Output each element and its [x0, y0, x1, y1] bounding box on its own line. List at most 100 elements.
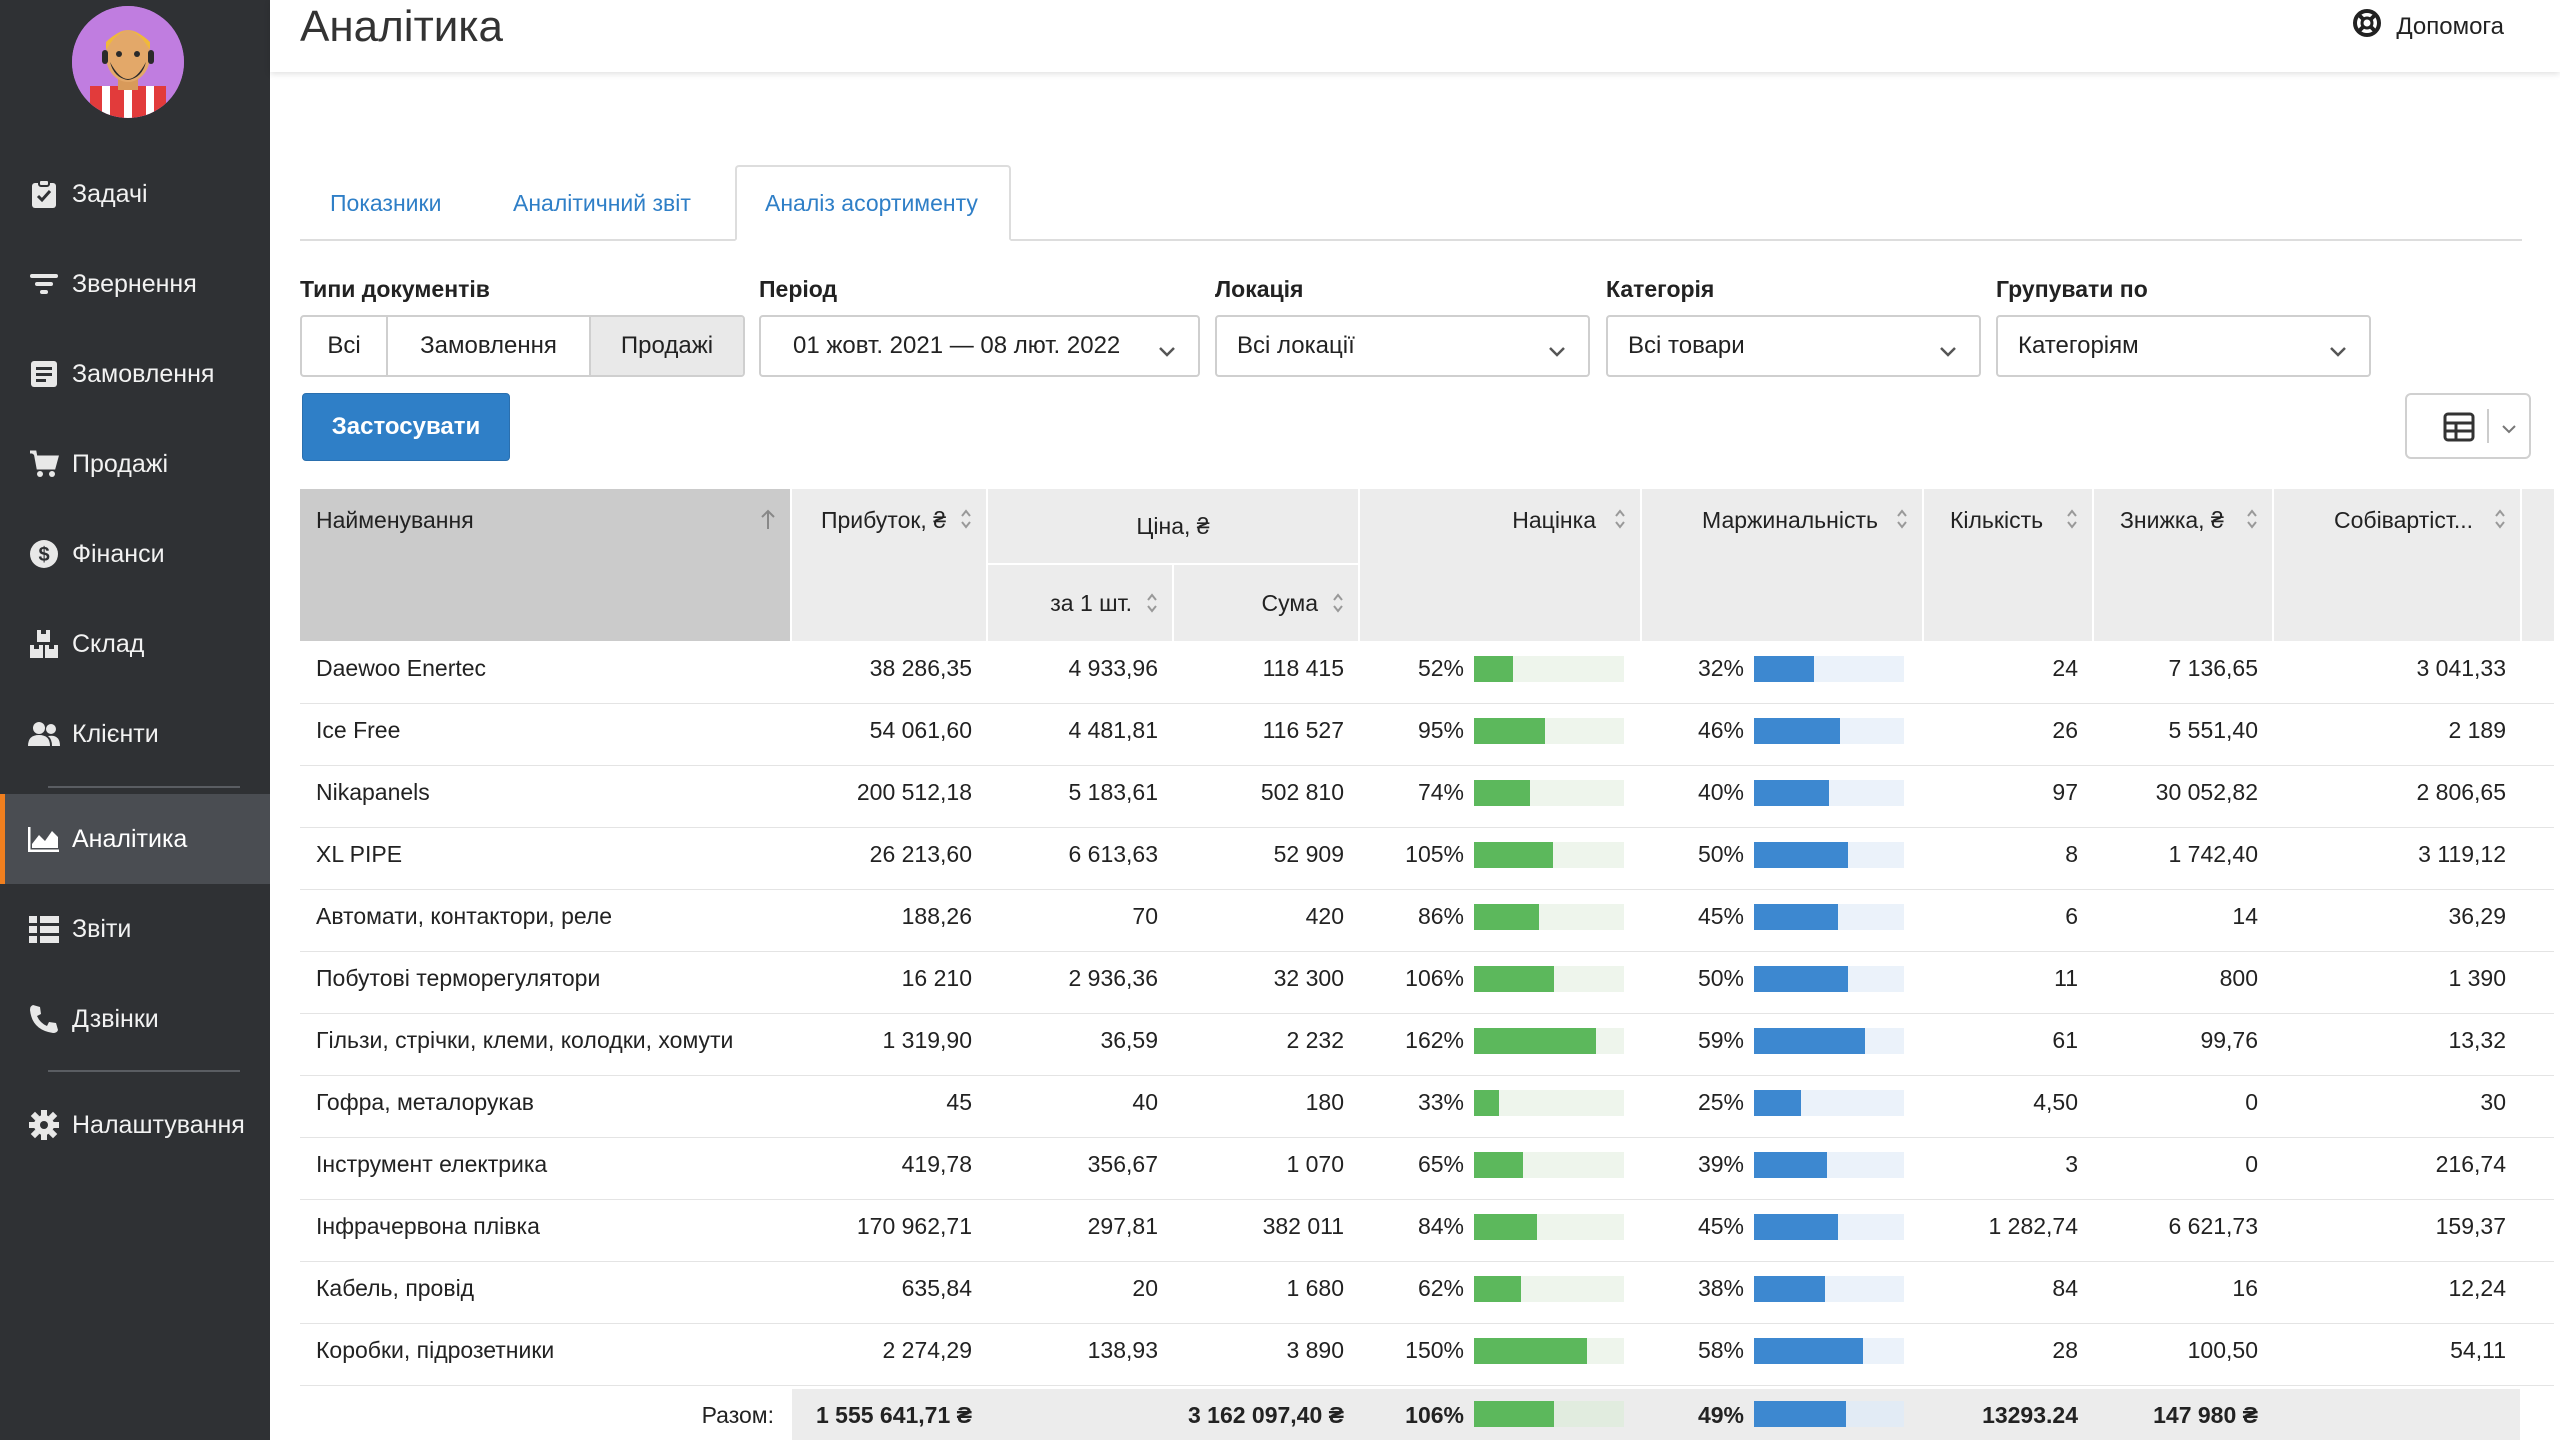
col-header-label: Найменування — [316, 507, 474, 533]
markup-bar — [1474, 904, 1624, 930]
group-by-value: Категоріям — [2018, 332, 2139, 359]
table-view-toggle[interactable] — [2405, 393, 2531, 459]
page-title: Аналітика — [300, 2, 503, 51]
col-header-label: Прибуток, ₴ — [820, 507, 946, 533]
doc-types-segmented: Всі Замовлення Продажі — [300, 315, 745, 377]
margin-bar — [1754, 1338, 1904, 1364]
nav-divider — [48, 1070, 240, 1072]
svg-text:$: $ — [38, 544, 49, 566]
cell-cost: 12,24 — [2448, 1275, 2506, 1301]
apply-button[interactable]: Застосувати — [302, 393, 510, 461]
margin-bar-fill — [1754, 1090, 1801, 1116]
row-divider — [300, 1323, 2554, 1324]
col-header-label: Націнка — [1512, 507, 1596, 533]
nav-item-tasks[interactable]: Задачі — [0, 149, 270, 239]
doc-type-orders[interactable]: Замовлення — [388, 317, 591, 375]
help-link[interactable]: Допомога — [2352, 8, 2504, 45]
sort-icon — [1146, 591, 1158, 621]
category-label: Категорія — [1606, 276, 1715, 302]
margin-bar-fill — [1754, 780, 1829, 806]
totals-discount: 147 980 ₴ — [2153, 1402, 2258, 1428]
markup-bar — [1474, 842, 1624, 868]
markup-bar — [1474, 1276, 1624, 1302]
chevron-down-icon — [1158, 337, 1176, 365]
period-label: Період — [759, 276, 838, 302]
markup-bar — [1474, 718, 1624, 744]
col-header-profit[interactable]: Прибуток, ₴ — [792, 489, 986, 641]
markup-bar — [1474, 1090, 1624, 1116]
nav-item-orders[interactable]: Замовлення — [0, 329, 270, 419]
doc-type-all[interactable]: Всі — [302, 317, 388, 375]
filter-lines-icon — [28, 268, 60, 300]
chevron-down-icon — [2329, 337, 2347, 365]
margin-bar — [1754, 1028, 1904, 1054]
row-divider — [300, 1385, 2554, 1386]
nav-item-finance[interactable]: $ Фінанси — [0, 509, 270, 599]
col-header-label: Кількість — [1950, 507, 2044, 533]
col-header-cost[interactable]: Собівартіст... — [2274, 489, 2520, 641]
nav-label: Фінанси — [72, 539, 165, 568]
markup-bar-fill — [1474, 966, 1554, 992]
nav-label: Продажі — [72, 449, 168, 478]
location-select[interactable]: Всі локації — [1215, 315, 1590, 377]
cell-cost: 54,11 — [2450, 1337, 2506, 1363]
markup-bar-fill — [1474, 1276, 1521, 1302]
location-value: Всі локації — [1237, 332, 1355, 359]
markup-bar-fill — [1474, 1338, 1587, 1364]
category-value: Всі товари — [1628, 332, 1745, 359]
period-select[interactable]: 01 жовт. 2021 — 08 лют. 2022 — [759, 315, 1200, 377]
tab-assortment-analysis[interactable]: Аналіз асортименту — [735, 165, 1011, 241]
cell-cost: 13,32 — [2448, 1027, 2506, 1053]
col-header-markup[interactable]: Націнка — [1360, 489, 1640, 641]
sort-icon — [960, 507, 972, 537]
markup-bar-fill — [1474, 1028, 1596, 1054]
markup-bar — [1474, 1214, 1624, 1240]
nav-item-requests[interactable]: Звернення — [0, 239, 270, 329]
lifebuoy-icon — [2352, 8, 2382, 45]
avatar[interactable] — [72, 6, 184, 118]
doc-type-sales[interactable]: Продажі — [591, 317, 743, 375]
help-label: Допомога — [2396, 12, 2504, 40]
markup-bar-fill — [1474, 904, 1539, 930]
nav-item-sales[interactable]: Продажі — [0, 419, 270, 509]
category-select[interactable]: Всі товари — [1606, 315, 1981, 377]
top-header: Аналітика Допомога — [270, 0, 2560, 72]
margin-bar — [1754, 966, 1904, 992]
markup-bar — [1474, 1152, 1624, 1178]
row-divider — [300, 951, 2554, 952]
margin-bar-fill — [1754, 904, 1838, 930]
sort-icon — [2066, 507, 2078, 537]
margin-bar — [1754, 780, 1904, 806]
col-header-unit-price[interactable]: за 1 шт. — [988, 565, 1172, 641]
tab-indicators[interactable]: Показники — [330, 165, 441, 241]
cell-cost: 2 189 — [2448, 717, 2506, 743]
nav-item-analytics[interactable]: Аналітика — [0, 794, 270, 884]
chevron-down-icon — [1939, 337, 1957, 365]
margin-bar — [1754, 842, 1904, 868]
col-header-margin[interactable]: Маржинальність — [1642, 489, 1922, 641]
order-list-icon — [28, 358, 60, 390]
markup-bar-fill — [1474, 1090, 1499, 1116]
doc-types-label: Типи документів — [300, 276, 490, 302]
table-grid-icon — [2443, 412, 2475, 447]
markup-bar-fill — [1474, 1152, 1523, 1178]
group-by-select[interactable]: Категоріям — [1996, 315, 2371, 377]
margin-bar — [1754, 1276, 1904, 1302]
col-header-name[interactable]: Найменування — [300, 489, 790, 641]
nav-label: Замовлення — [72, 359, 215, 388]
margin-bar — [1754, 718, 1904, 744]
margin-bar-fill — [1754, 1152, 1827, 1178]
margin-bar-fill — [1754, 1276, 1825, 1302]
cell-cost: 36,29 — [2448, 903, 2506, 929]
markup-bar — [1474, 1338, 1624, 1364]
chevron-down-icon — [1548, 337, 1566, 365]
col-header-sum[interactable]: Сума — [1174, 565, 1358, 641]
col-header-discount[interactable]: Знижка, ₴ — [2094, 489, 2272, 641]
col-header-label: Сума — [1261, 589, 1318, 616]
markup-bar-fill — [1474, 718, 1545, 744]
nav-label: Задачі — [72, 179, 148, 208]
markup-bar — [1474, 780, 1624, 806]
tab-analytic-report[interactable]: Аналітичний звіт — [513, 165, 691, 241]
margin-bar-fill — [1754, 656, 1814, 682]
col-header-qty[interactable]: Кількість — [1924, 489, 2092, 641]
